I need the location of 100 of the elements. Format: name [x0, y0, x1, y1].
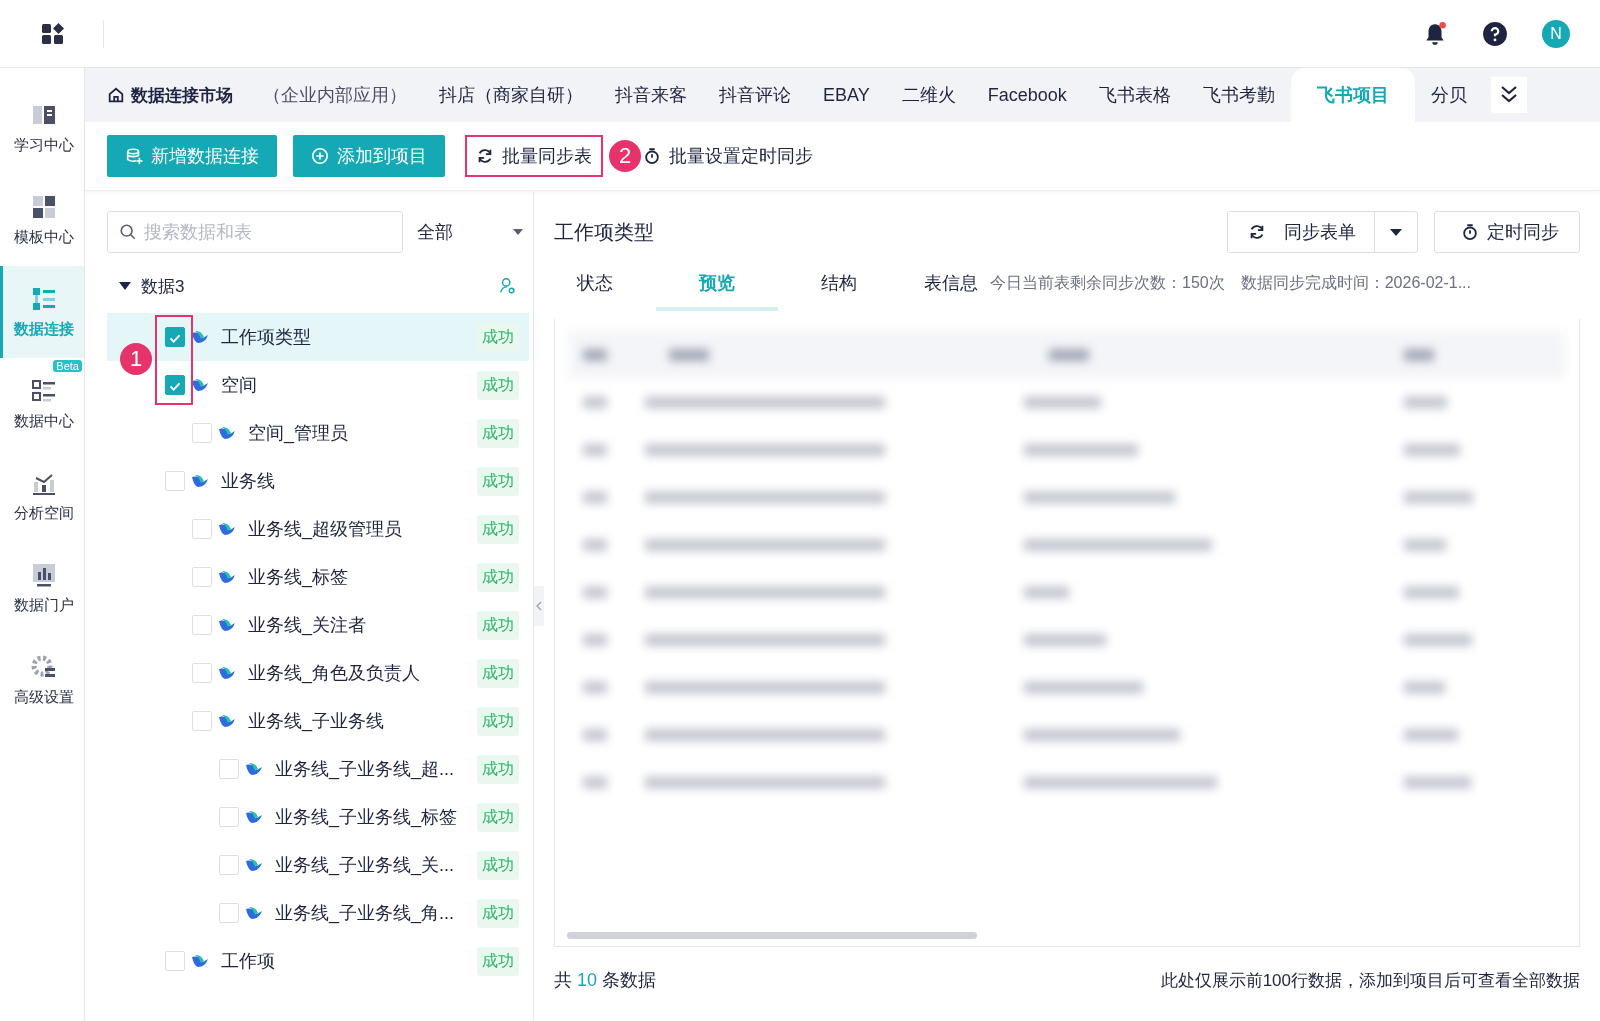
annotation-marker: 2	[609, 140, 641, 172]
table-name: 业务线_角色及负责人	[248, 662, 420, 685]
checkbox[interactable]	[165, 327, 185, 347]
table-name: 业务线_超级管理员	[248, 518, 402, 541]
wing-icon	[218, 425, 238, 441]
connector-tab[interactable]: 分贝	[1414, 68, 1483, 122]
tree-row[interactable]: 业务线_子业务线_标签 成功	[107, 793, 529, 841]
schedule-button[interactable]: 定时同步	[1434, 211, 1580, 253]
sidebar-item[interactable]: 高级设置	[0, 634, 84, 726]
connector-tab[interactable]: Facebook	[971, 68, 1083, 122]
plus-circle-icon	[311, 147, 329, 165]
table-name: 业务线_子业务线_超...	[275, 758, 455, 781]
beta-badge: Beta	[53, 360, 82, 372]
refresh-icon	[1248, 223, 1266, 241]
connector-tab[interactable]: 飞书考勤	[1186, 68, 1291, 122]
wing-icon	[191, 377, 211, 393]
sync-form-button[interactable]: 同步表单	[1228, 212, 1375, 252]
table-name: 业务线_标签	[248, 566, 348, 589]
connector-tab[interactable]: （企业内部应用）	[247, 68, 423, 122]
sidebar-item[interactable]: 学习中心	[0, 82, 84, 174]
tree-row[interactable]: 业务线_关注者 成功	[107, 601, 529, 649]
market-title[interactable]: 数据连接市场	[131, 83, 233, 107]
connector-tab[interactable]: 抖音评论	[703, 68, 807, 122]
table-name: 工作项类型	[221, 326, 311, 349]
table-name: 业务线_子业务线_角...	[275, 902, 455, 925]
status-tag: 成功	[477, 658, 519, 688]
database-add-icon	[125, 147, 143, 165]
status-tag: 成功	[477, 418, 519, 448]
tree-row[interactable]: 业务线_子业务线_角... 成功	[107, 889, 529, 937]
total-suffix: 条数据	[602, 970, 657, 990]
nav-icon	[30, 561, 57, 588]
sidebar-item[interactable]: Beta 数据中心	[0, 358, 84, 450]
sync-count-text: 今日当前表剩余同步次数：150次	[990, 272, 1225, 293]
connector-tab[interactable]: 抖音来客	[599, 68, 703, 122]
wing-icon	[191, 953, 211, 969]
caret-down-icon[interactable]	[119, 282, 131, 290]
sidebar-item[interactable]: 模板中心	[0, 174, 84, 266]
status-tag: 成功	[477, 370, 519, 400]
connector-tab[interactable]: 二维火	[885, 68, 972, 122]
tree-group[interactable]: 数据3	[107, 259, 529, 313]
connector-tab[interactable]: 飞书表格	[1082, 68, 1187, 122]
sync-time-text: 数据同步完成时间：2026-02-1...	[1240, 272, 1471, 293]
apps-icon[interactable]	[41, 21, 65, 46]
total-prefix: 共	[554, 970, 572, 990]
wing-icon	[191, 473, 211, 489]
table-name: 业务线_子业务线_关...	[275, 854, 455, 877]
tree-row[interactable]: 业务线_超级管理员 成功	[107, 505, 529, 553]
tree-row[interactable]: 业务线_标签 成功	[107, 553, 529, 601]
sidebar-item[interactable]: 数据门户	[0, 542, 84, 634]
tree-row[interactable]: 工作项 成功	[107, 937, 529, 985]
annotation-marker: 1	[120, 343, 152, 375]
nav-icon	[30, 193, 57, 220]
wing-icon	[218, 713, 238, 729]
view-tab[interactable]: 结构	[778, 255, 900, 311]
scrollbar-thumb[interactable]	[567, 931, 977, 939]
tree-row[interactable]: 业务线_子业务线 成功	[107, 697, 529, 745]
info-label: 表信息	[924, 272, 978, 295]
table-title: 工作项类型	[554, 219, 654, 245]
schedule-sync-button[interactable]: 批量设置定时同步	[643, 144, 813, 168]
search-icon	[119, 223, 137, 241]
status-tag: 成功	[477, 706, 519, 736]
group-name: 数据3	[141, 275, 185, 298]
table-name: 工作项	[221, 950, 275, 973]
collapse-icon[interactable]	[534, 586, 544, 626]
nav-icon	[30, 285, 57, 312]
tree-row[interactable]: 业务线_子业务线_关... 成功	[107, 841, 529, 889]
checkbox[interactable]	[165, 375, 185, 395]
expand-more-icon[interactable]	[1490, 77, 1527, 113]
table-name: 业务线_子业务线_标签	[275, 806, 458, 829]
search-field[interactable]: 搜索数据和表	[107, 211, 403, 253]
status-tag: 成功	[477, 802, 519, 832]
filter-select[interactable]: 全部	[417, 220, 529, 244]
table-name: 业务线_子业务线	[248, 710, 384, 733]
view-tab[interactable]: 状态	[534, 255, 656, 311]
batch-sync-button[interactable]: 批量同步表	[465, 135, 603, 177]
tree-row[interactable]: 业务线_子业务线_超... 成功	[107, 745, 529, 793]
wing-icon	[218, 569, 238, 585]
timer-icon	[1461, 223, 1479, 241]
total-count: 10	[577, 970, 598, 990]
home-icon[interactable]	[107, 86, 125, 104]
preview-note: 此处仅展示前100行数据，添加到项目后可查看全部数据	[1160, 969, 1580, 992]
table-name: 业务线	[221, 470, 275, 493]
wing-icon	[245, 905, 265, 921]
table-name: 业务线_关注者	[248, 614, 366, 637]
wing-icon	[245, 761, 265, 777]
tree-row[interactable]: 业务线 成功	[107, 457, 529, 505]
status-tag: 成功	[477, 754, 519, 784]
wing-icon	[218, 617, 238, 633]
sidebar-item[interactable]: 分析空间	[0, 450, 84, 542]
tree-row[interactable]: 业务线_角色及负责人 成功	[107, 649, 529, 697]
status-tag: 成功	[477, 322, 519, 352]
connector-tab[interactable]: 抖店（商家自研）	[423, 68, 599, 122]
help-icon[interactable]	[1482, 20, 1508, 47]
status-tag: 成功	[477, 946, 519, 976]
nav-icon	[30, 377, 57, 404]
wing-icon	[218, 521, 238, 537]
tree-row[interactable]: 空间_管理员 成功	[107, 409, 529, 457]
connector-tab[interactable]: EBAY	[807, 68, 886, 122]
user-settings-icon[interactable]	[499, 277, 517, 295]
status-tag: 成功	[477, 898, 519, 928]
